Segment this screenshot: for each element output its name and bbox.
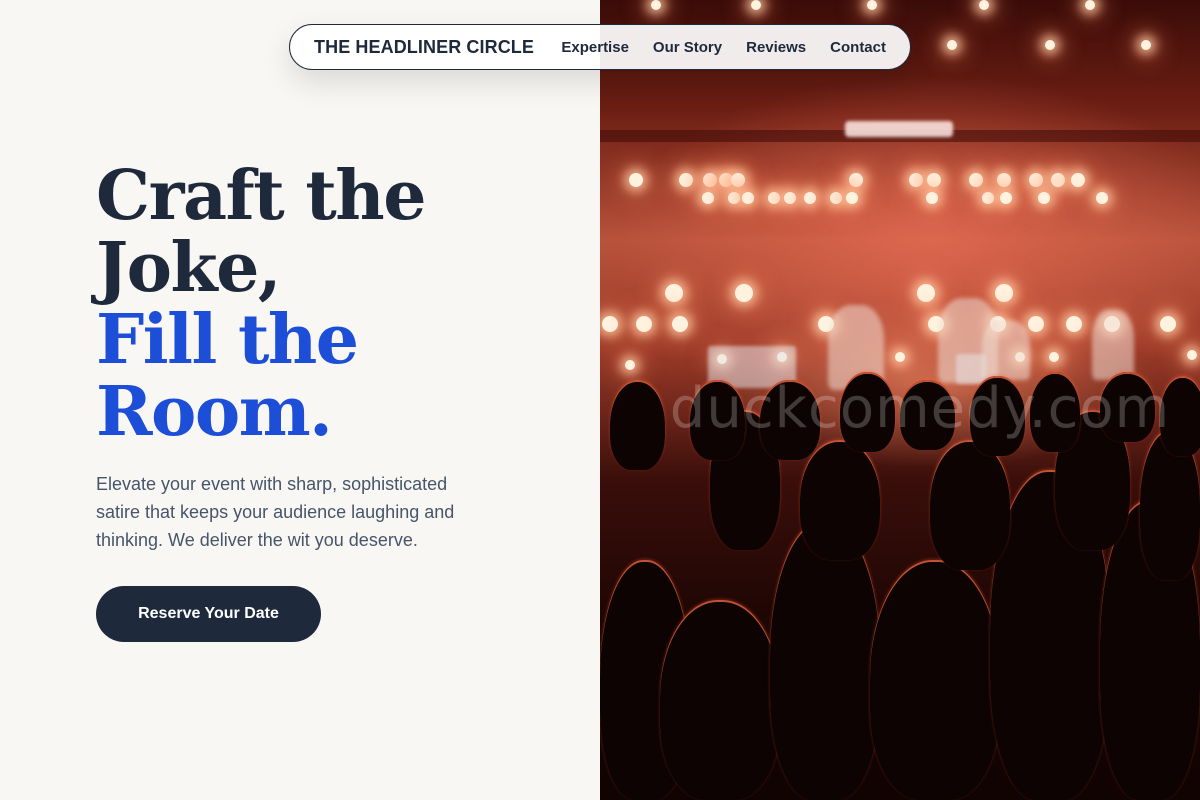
audience-silhouette: [970, 376, 1025, 456]
brand-logo[interactable]: THE HEADLINER CIRCLE: [314, 37, 534, 58]
stage-light: [1141, 40, 1151, 50]
nav-link-contact[interactable]: Contact: [830, 39, 886, 56]
stage-light: [969, 173, 983, 187]
stage-light: [702, 192, 714, 204]
stage-light: [1160, 316, 1176, 332]
stage-light: [1049, 352, 1059, 362]
performer: [1092, 310, 1134, 380]
stage-light: [1029, 173, 1043, 187]
audience-silhouette: [1100, 372, 1155, 442]
stage-light: [728, 192, 740, 204]
stage-light: [1000, 192, 1012, 204]
stage-light: [735, 284, 753, 302]
stage-light: [1085, 0, 1095, 10]
stage-light: [1028, 316, 1044, 332]
stage-light: [751, 0, 761, 10]
audience-silhouette: [660, 600, 780, 800]
hero-description: Elevate your event with sharp, sophistic…: [96, 474, 455, 550]
stage-equipment: [956, 354, 986, 384]
stage-light: [1038, 192, 1050, 204]
audience-silhouette: [770, 520, 880, 800]
stage-light: [742, 192, 754, 204]
stage-light: [1045, 40, 1055, 50]
stage-light: [867, 0, 877, 10]
stage-light: [651, 0, 661, 10]
audience-silhouette: [930, 440, 1010, 570]
stage-light: [679, 173, 693, 187]
stage-light: [1096, 192, 1108, 204]
nav-link-our-story[interactable]: Our Story: [653, 39, 722, 56]
audience-silhouette: [610, 380, 665, 470]
stage-light: [768, 192, 780, 204]
stage-light: [982, 192, 994, 204]
stage-light: [947, 40, 957, 50]
hero-title-accent-line: Room.: [96, 372, 333, 452]
stage-light: [846, 192, 858, 204]
reserve-date-button[interactable]: Reserve Your Date: [96, 586, 321, 642]
stage-light: [830, 192, 842, 204]
stage-light: [909, 173, 923, 187]
hero-left-panel: Craft the Joke, Fill the Room. Elevate y…: [0, 0, 600, 800]
audience-silhouette: [800, 440, 880, 560]
stage-light: [995, 284, 1013, 302]
stage-light: [979, 0, 989, 10]
stage-light: [672, 316, 688, 332]
stage-light: [636, 316, 652, 332]
hero-title-line: Craft the: [96, 156, 426, 236]
stage-light: [1187, 350, 1197, 360]
nav-links: Expertise Our Story Reviews Contact: [561, 39, 886, 56]
audience-silhouette: [840, 372, 895, 452]
stage-banner: [845, 121, 953, 137]
audience-silhouette: [760, 380, 820, 460]
hero-image: duckcomedy.com: [600, 0, 1200, 800]
audience-silhouette: [1030, 372, 1080, 452]
stage-light: [629, 173, 643, 187]
audience-silhouette: [1160, 376, 1200, 456]
stage-light: [927, 173, 941, 187]
hero-title: Craft the Joke, Fill the Room.: [96, 160, 576, 448]
stage-light: [625, 360, 635, 370]
stage-light: [917, 284, 935, 302]
audience-silhouette: [870, 560, 1000, 800]
stage-light: [997, 173, 1011, 187]
nav-link-expertise[interactable]: Expertise: [561, 39, 629, 56]
audience-silhouette: [690, 380, 745, 460]
stage-light: [703, 173, 717, 187]
stage-light: [804, 192, 816, 204]
performer: [982, 320, 1030, 380]
stage-light: [731, 173, 745, 187]
nav-link-reviews[interactable]: Reviews: [746, 39, 806, 56]
stage-light: [926, 192, 938, 204]
stage-light: [1066, 316, 1082, 332]
hero-title-line: Joke,: [96, 228, 282, 308]
stage-light: [849, 173, 863, 187]
hero-title-accent-line: Fill the: [96, 300, 359, 380]
stage-light: [895, 352, 905, 362]
stage-light: [665, 284, 683, 302]
stage-light: [602, 316, 618, 332]
stage-light: [1071, 173, 1085, 187]
top-navbar: THE HEADLINER CIRCLE Expertise Our Story…: [289, 24, 911, 70]
stage-light: [1051, 173, 1065, 187]
stage-light: [784, 192, 796, 204]
audience-silhouette: [900, 380, 955, 450]
